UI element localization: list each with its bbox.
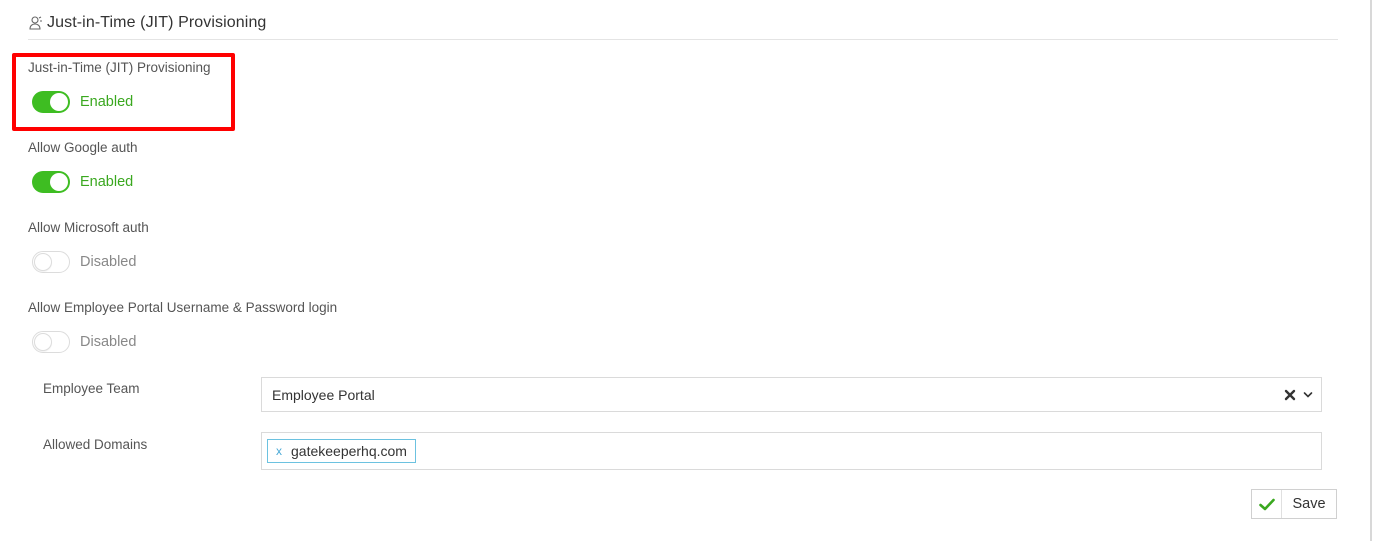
password-login-toggle-row: Disabled	[32, 330, 136, 354]
jit-provisioning-toggle-row: Enabled	[32, 90, 133, 114]
toggle-knob	[34, 333, 52, 351]
microsoft-auth-toggle-row: Disabled	[32, 250, 136, 274]
toggle-knob	[50, 173, 68, 191]
employee-team-value: Employee Portal	[272, 386, 375, 403]
jit-provisioning-toggle[interactable]	[32, 91, 70, 113]
toggle-knob	[34, 253, 52, 271]
google-auth-toggle-row: Enabled	[32, 170, 133, 194]
check-icon	[1252, 490, 1282, 518]
password-login-toggle[interactable]	[32, 331, 70, 353]
password-login-label: Allow Employee Portal Username & Passwor…	[28, 300, 338, 315]
microsoft-auth-toggle[interactable]	[32, 251, 70, 273]
section-header: Just-in-Time (JIT) Provisioning	[28, 6, 1338, 40]
domain-tag-text: gatekeeperhq.com	[291, 443, 407, 459]
allowed-domains-label: Allowed Domains	[43, 437, 148, 452]
employee-team-label: Employee Team	[43, 381, 140, 396]
jit-provisioning-label: Just-in-Time (JIT) Provisioning	[28, 60, 211, 75]
google-auth-toggle[interactable]	[32, 171, 70, 193]
microsoft-auth-status: Disabled	[80, 254, 137, 270]
user-provision-icon	[28, 15, 44, 31]
toggle-knob	[50, 93, 68, 111]
google-auth-label: Allow Google auth	[28, 140, 138, 155]
google-auth-status: Enabled	[80, 174, 134, 190]
remove-tag-button[interactable]: x	[276, 444, 282, 458]
allowed-domains-input[interactable]: x gatekeeperhq.com	[261, 432, 1322, 470]
microsoft-auth-label: Allow Microsoft auth	[28, 220, 149, 235]
password-login-status: Disabled	[80, 334, 137, 350]
save-button-label: Save	[1292, 496, 1326, 512]
close-icon[interactable]	[1281, 386, 1299, 404]
employee-team-select[interactable]: Employee Portal	[261, 377, 1322, 412]
domain-tag: x gatekeeperhq.com	[267, 439, 416, 463]
window-edge	[1370, 0, 1372, 541]
chevron-down-icon[interactable]	[1301, 388, 1315, 402]
save-button[interactable]: Save	[1251, 489, 1337, 519]
jit-provisioning-status: Enabled	[80, 94, 134, 110]
page-title: Just-in-Time (JIT) Provisioning	[47, 13, 267, 31]
